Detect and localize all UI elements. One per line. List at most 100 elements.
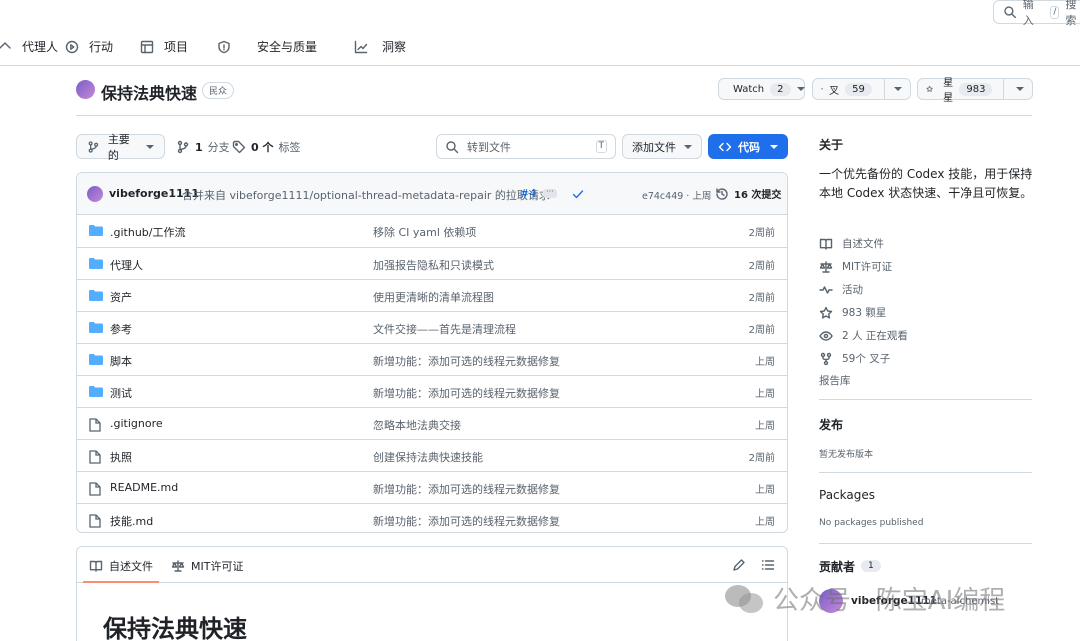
go-to-file-input[interactable]: 转到文件 T — [436, 134, 616, 159]
table-row[interactable]: 执照 创建保持法典快速技能 2周前 — [77, 439, 787, 471]
file-commit-message[interactable]: 创建保持法典快速技能 — [373, 449, 483, 465]
tab-actions[interactable]: 行动 — [65, 38, 113, 55]
sidebar-divider — [819, 543, 1032, 544]
file-name[interactable]: 脚本 — [110, 353, 132, 369]
tab-security[interactable]: 安全与质量 — [217, 38, 317, 55]
tags-link[interactable]: 0 个标签 — [232, 139, 300, 155]
file-commit-message[interactable]: 新增功能：添加可选的线程元数据修复 — [373, 385, 560, 401]
fork-count: 59 — [845, 82, 872, 96]
packages-empty: No packages published — [819, 518, 924, 528]
search-icon — [446, 140, 459, 153]
tab-insights[interactable]: 洞察 — [354, 38, 406, 55]
file-commit-message[interactable]: 移除 CI yaml 依赖项 — [373, 224, 476, 240]
file-name[interactable]: 执照 — [110, 449, 132, 465]
table-row[interactable]: 脚本 新增功能：添加可选的线程元数据修复 上周 — [77, 343, 787, 375]
folder-icon — [89, 290, 103, 301]
search-shortcut: / — [1050, 5, 1060, 19]
wechat-icon — [725, 584, 763, 613]
owner-avatar[interactable] — [76, 80, 95, 99]
table-row[interactable]: 参考 文件交接——首先是清理流程 2周前 — [77, 311, 787, 343]
commit-message[interactable]: 合并来自 vibeforge1111/optional-thread-metad… — [182, 187, 550, 203]
file-commit-message[interactable]: 新增功能：添加可选的线程元数据修复 — [373, 513, 560, 529]
releases-title[interactable]: 发布 — [819, 416, 843, 433]
repo-title[interactable]: 保持法典快速 — [101, 80, 197, 104]
file-commit-message[interactable]: 加强报告隐私和只读模式 — [373, 257, 494, 273]
file-list: vibeforge1111 合并来自 vibeforge1111/optiona… — [76, 172, 788, 533]
file-name[interactable]: 代理人 — [110, 257, 143, 273]
about-link[interactable]: 983 颗星 — [819, 305, 886, 320]
table-row[interactable]: 测试 新增功能：添加可选的线程元数据修复 上周 — [77, 375, 787, 407]
add-file-button[interactable]: 添加文件 — [622, 134, 702, 159]
table-row[interactable]: README.md 新增功能：添加可选的线程元数据修复 上周 — [77, 471, 787, 503]
commits-history-link[interactable]: 16 次提交 — [715, 186, 781, 201]
play-icon — [65, 40, 79, 53]
ellipsis-icon[interactable]: ··· — [543, 188, 557, 198]
chevron-down-icon[interactable] — [1016, 87, 1024, 91]
file-commit-message[interactable]: 新增功能：添加可选的线程元数据修复 — [373, 353, 560, 369]
about-link[interactable]: MIT许可证 — [819, 259, 892, 274]
about-title: 关于 — [819, 138, 844, 152]
about-link[interactable]: 活动 — [819, 282, 863, 297]
active-tab-indicator — [83, 581, 159, 583]
code-button[interactable]: 代码 — [708, 134, 788, 159]
file-commit-time: 上周 — [755, 421, 775, 432]
commit-pr-link[interactable]: #4 — [520, 187, 536, 200]
file-commit-time: 上周 — [755, 357, 775, 368]
table-row[interactable]: 资产 使用更清晰的清单流程图 2周前 — [77, 279, 787, 311]
branch-select-button[interactable]: 主要的 — [76, 133, 165, 162]
table-row[interactable]: .github/工作流 移除 CI yaml 依赖项 2周前 — [77, 215, 787, 247]
file-name[interactable]: .github/工作流 — [110, 224, 185, 240]
about-link[interactable]: 2 人 正在观看 — [819, 328, 908, 343]
agent-icon — [0, 41, 11, 49]
table-row[interactable]: 技能.md 新增功能：添加可选的线程元数据修复 上周 — [77, 503, 787, 532]
file-name[interactable]: 资产 — [110, 289, 132, 305]
file-commit-time: 上周 — [755, 517, 775, 528]
chevron-down-icon — [770, 144, 778, 149]
file-name[interactable]: 参考 — [110, 321, 132, 337]
tab-license[interactable]: MIT许可证 — [171, 558, 243, 574]
branch-icon — [88, 140, 99, 153]
commit-hash[interactable]: e74c449 · 上周 — [642, 188, 711, 202]
sidebar-divider — [819, 399, 1032, 400]
chevron-down-icon[interactable] — [894, 87, 902, 91]
packages-title[interactable]: Packages — [819, 488, 875, 502]
global-search-button[interactable]: 输入 / 搜索 — [993, 0, 1080, 27]
branches-link[interactable]: 1 分支 — [176, 139, 230, 155]
chevron-down-icon — [146, 144, 154, 149]
folder-icon — [89, 258, 103, 269]
shield-icon — [218, 40, 230, 53]
file-name[interactable]: 技能.md — [110, 513, 153, 529]
author-avatar[interactable] — [87, 186, 103, 202]
about-link[interactable]: 自述文件 — [819, 236, 884, 251]
file-icon — [89, 450, 101, 464]
table-row[interactable]: 代理人 加强报告隐私和只读模式 2周前 — [77, 247, 787, 279]
file-commit-time: 2周前 — [748, 293, 775, 304]
tab-projects[interactable]: 项目 — [140, 38, 188, 55]
star-count: 983 — [959, 82, 993, 96]
file-name[interactable]: 测试 — [110, 385, 132, 401]
file-commit-time: 2周前 — [748, 325, 775, 336]
star-icon — [819, 306, 833, 319]
pulse-icon — [819, 285, 833, 294]
file-commit-message[interactable]: 新增功能：添加可选的线程元数据修复 — [373, 481, 560, 497]
branch-icon — [177, 140, 189, 154]
star-button[interactable]: 星星 983 — [917, 78, 1033, 104]
file-commit-message[interactable]: 忽略本地法典交接 — [373, 417, 461, 433]
law-icon — [819, 260, 833, 273]
file-commit-message[interactable]: 文件交接——首先是清理流程 — [373, 321, 516, 337]
file-name[interactable]: README.md — [110, 481, 178, 494]
watch-button[interactable]: Watch 2 — [718, 78, 805, 100]
contributors-title[interactable]: 贡献者 — [819, 558, 855, 575]
pencil-icon[interactable] — [732, 558, 746, 572]
file-commit-message[interactable]: 使用更清晰的清单流程图 — [373, 289, 494, 305]
fork-button[interactable]: 叉 59 — [812, 78, 911, 100]
folder-icon — [89, 354, 103, 365]
outline-list-icon[interactable] — [761, 558, 775, 572]
report-repo-link[interactable]: 报告库 — [819, 373, 851, 388]
tab-readme[interactable]: 自述文件 — [89, 558, 153, 574]
file-name[interactable]: .gitignore — [110, 417, 163, 430]
chevron-down-icon — [684, 144, 692, 149]
table-row[interactable]: .gitignore 忽略本地法典交接 上周 — [77, 407, 787, 439]
tab-agents[interactable]: 代理人 — [0, 38, 58, 55]
about-link[interactable]: 59个 叉子 — [819, 351, 890, 366]
